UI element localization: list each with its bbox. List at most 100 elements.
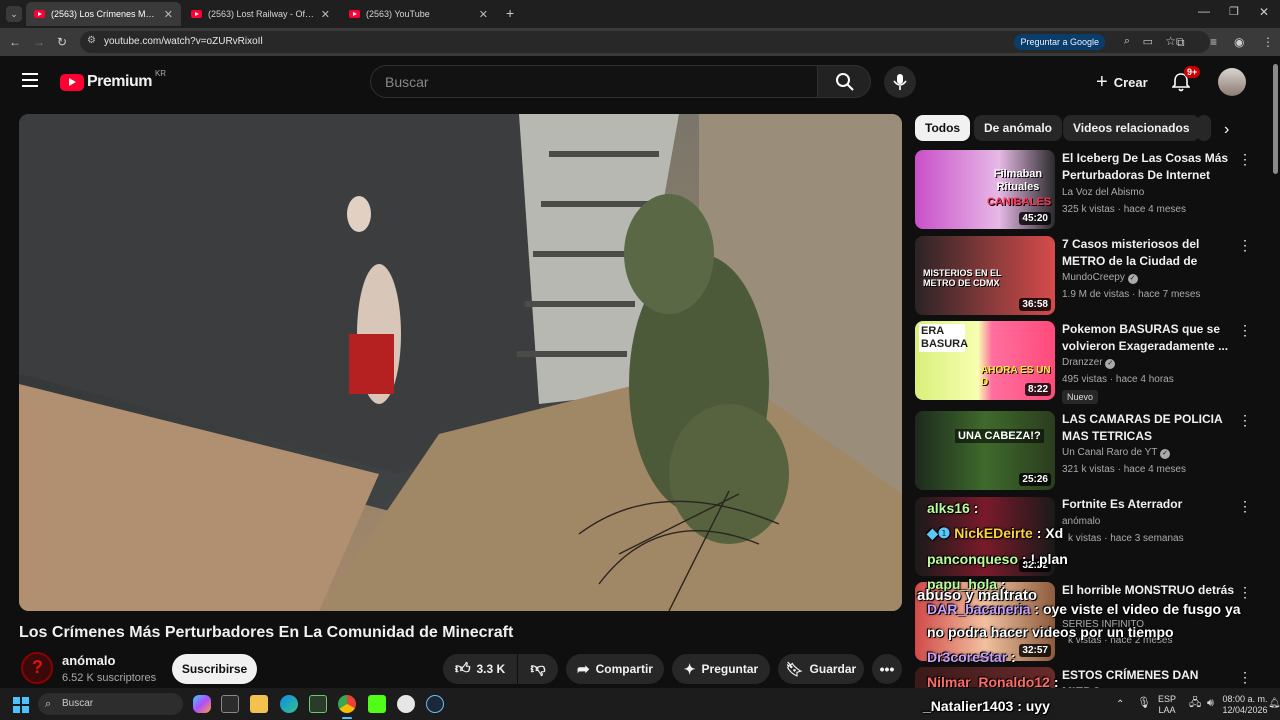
recommendation-thumbnail[interactable]: Filmaban Rituales CANIBALES 45:20 bbox=[915, 150, 1055, 229]
store-icon[interactable] bbox=[221, 695, 239, 713]
video-frame-image bbox=[19, 114, 902, 611]
notifications-button[interactable]: 9+ bbox=[1171, 66, 1201, 94]
notification-bell-icon[interactable]: 🔔︎ bbox=[1268, 698, 1280, 709]
reload-icon[interactable]: ↻ bbox=[57, 35, 67, 49]
volume-icon[interactable]: 🔊︎ bbox=[1207, 698, 1214, 709]
file-explorer-icon[interactable] bbox=[250, 695, 268, 713]
recommendation-title[interactable]: Fortnite Es Aterrador bbox=[1062, 496, 1237, 513]
recommendation-title[interactable]: El Iceberg De Las Cosas Más Perturbadora… bbox=[1062, 150, 1237, 184]
chrome-icon[interactable] bbox=[338, 695, 356, 713]
ask-google-button[interactable]: Preguntar a Google bbox=[1014, 34, 1105, 50]
chip-more[interactable] bbox=[1197, 115, 1211, 141]
browser-tab[interactable]: (2563) Lost Railway - Official Au ✕ bbox=[183, 2, 338, 26]
steam-icon[interactable] bbox=[426, 695, 444, 713]
close-window-icon[interactable]: ✕ bbox=[1259, 5, 1269, 19]
close-tab-icon[interactable]: ✕ bbox=[479, 8, 488, 21]
channel-avatar[interactable]: ? bbox=[21, 652, 53, 684]
new-tab-icon[interactable]: + bbox=[506, 5, 514, 21]
search-box[interactable]: Buscar bbox=[370, 65, 818, 98]
close-tab-icon[interactable]: ✕ bbox=[164, 8, 173, 21]
bookmark-star-icon[interactable]: ☆ bbox=[1165, 34, 1176, 48]
recommendation-title[interactable]: LAS CAMARAS DE POLICIA MAS TETRICAS bbox=[1062, 411, 1237, 445]
voice-search-button[interactable] bbox=[884, 66, 916, 98]
network-icon[interactable]: 🖧︎ bbox=[1189, 698, 1201, 709]
recommendation-channel[interactable]: La Voz del Abismo bbox=[1062, 187, 1144, 198]
youtube-logo[interactable]: Premium KR bbox=[60, 69, 166, 91]
cast-icon[interactable]: ▭ bbox=[1143, 35, 1153, 48]
reading-list-icon[interactable]: ≡ bbox=[1210, 35, 1217, 49]
sparkle-icon: ✦ bbox=[683, 660, 696, 677]
youtube-favicon-icon bbox=[191, 10, 202, 18]
more-options-icon[interactable]: ⋮ bbox=[1238, 670, 1252, 684]
hamburger-menu-icon[interactable] bbox=[22, 73, 38, 87]
browser-menu-icon[interactable]: ⋮ bbox=[1262, 35, 1274, 49]
create-button[interactable]: + Crear bbox=[1086, 66, 1158, 98]
search-input[interactable]: Buscar bbox=[385, 74, 429, 90]
more-actions-button[interactable]: ••• bbox=[872, 654, 902, 684]
more-options-icon[interactable]: ⋮ bbox=[1238, 585, 1252, 599]
duration-badge: 45:20 bbox=[1019, 212, 1051, 225]
scrollbar-thumb[interactable] bbox=[1273, 64, 1278, 174]
close-tab-icon[interactable]: ✕ bbox=[321, 8, 330, 21]
browser-tab[interactable]: (2563) Los Crímenes Más Pertur ✕ bbox=[26, 2, 181, 26]
more-options-icon[interactable]: ⋮ bbox=[1238, 499, 1252, 513]
back-icon[interactable]: ← bbox=[9, 35, 21, 49]
recommendation-thumbnail[interactable]: MISTERIOS EN EL METRO DE CDMX 36:58 bbox=[915, 236, 1055, 315]
chip-from-channel[interactable]: De anómalo bbox=[974, 115, 1063, 141]
recommendation-title[interactable]: Pokemon BASURAS que se volvieron Exagera… bbox=[1062, 321, 1237, 355]
channel-name: Un Canal Raro de YT bbox=[1062, 447, 1158, 458]
dislike-button[interactable]: 👎︎ bbox=[518, 654, 558, 684]
video-player[interactable] bbox=[19, 114, 902, 611]
recommendation-channel[interactable]: MundoCreepy ✓ bbox=[1062, 272, 1138, 284]
profile-icon[interactable]: ◉ bbox=[1234, 35, 1244, 49]
address-bar[interactable]: ⚙ youtube.com/watch?v=oZURvRixoIl Pregun… bbox=[80, 31, 1210, 53]
copilot-icon[interactable] bbox=[193, 695, 211, 713]
recommendation-channel[interactable]: anómalo bbox=[1062, 516, 1100, 527]
more-options-icon[interactable]: ⋮ bbox=[1238, 323, 1252, 337]
more-options-icon[interactable]: ⋮ bbox=[1238, 413, 1252, 427]
youtube-favicon-icon bbox=[34, 10, 45, 18]
like-button[interactable]: 👍︎ 3.3 K bbox=[443, 654, 517, 684]
more-options-icon[interactable]: ⋮ bbox=[1238, 238, 1252, 252]
chat-overlay-line: DAR_bacaneria : oye viste el video de fu… bbox=[927, 601, 1241, 617]
windows-start-icon[interactable] bbox=[13, 697, 29, 713]
edge-icon[interactable] bbox=[280, 695, 298, 713]
subscribe-button[interactable]: Suscribirse bbox=[172, 654, 257, 684]
recommendation-thumbnail[interactable]: UNA CABEZA!? 25:26 bbox=[915, 411, 1055, 490]
recommendation-title[interactable]: El horrible MONSTRUO detrás bbox=[1062, 582, 1237, 599]
extensions-icon[interactable]: ⧉ bbox=[1176, 35, 1185, 49]
tab-search-button[interactable]: ⌄ bbox=[6, 6, 22, 22]
minimize-icon[interactable]: — bbox=[1198, 4, 1210, 18]
taskbar-search-box[interactable]: ⌕ Buscar bbox=[38, 693, 183, 715]
chip-all[interactable]: Todos bbox=[915, 115, 971, 141]
more-options-icon[interactable]: ⋮ bbox=[1238, 152, 1252, 166]
forward-icon[interactable]: → bbox=[33, 35, 45, 49]
search-button[interactable] bbox=[817, 65, 871, 98]
kick-icon[interactable] bbox=[368, 695, 386, 713]
microphone-tray-icon[interactable]: 🎙︎ bbox=[1137, 698, 1151, 709]
user-avatar[interactable] bbox=[1218, 68, 1246, 96]
clock[interactable]: 08:00 a. m. 12/04/2026 bbox=[1222, 694, 1268, 716]
subscriber-count: 6.52 K suscriptores bbox=[62, 672, 157, 684]
terminal-icon[interactable] bbox=[309, 695, 327, 713]
site-info-icon[interactable]: ⚙ bbox=[87, 35, 96, 46]
zoom-icon[interactable]: ⌕ bbox=[1124, 35, 1130, 48]
language-indicator[interactable]: ESP LAA bbox=[1158, 694, 1176, 716]
share-button[interactable]: ➦ Compartir bbox=[566, 654, 664, 684]
recommendation-channel[interactable]: Dranzzer ✓ bbox=[1062, 357, 1116, 369]
recommendation-thumbnail[interactable]: ERA BASURA AHORA ES UN D 8:22 bbox=[915, 321, 1055, 400]
ask-button[interactable]: ✦ Preguntar bbox=[672, 654, 770, 684]
thumbnail-caption: UNA CABEZA!? bbox=[955, 429, 1044, 443]
chat-username: Dr3coreStar bbox=[927, 649, 1008, 665]
recommendation-channel[interactable]: Un Canal Raro de YT ✓ bbox=[1062, 447, 1171, 459]
emote-icon: ◆❶ bbox=[927, 525, 951, 541]
channel-name[interactable]: anómalo bbox=[62, 653, 115, 668]
browser-tab[interactable]: (2563) YouTube ✕ bbox=[341, 2, 496, 26]
restore-icon[interactable]: ❐ bbox=[1229, 5, 1239, 18]
chip-related[interactable]: Videos relacionados bbox=[1063, 115, 1200, 141]
save-button[interactable]: 🔖︎ Guardar bbox=[778, 654, 864, 684]
tray-overflow-icon[interactable]: ⌃ bbox=[1116, 699, 1124, 710]
chevron-right-icon[interactable]: › bbox=[1224, 121, 1229, 139]
recommendation-title[interactable]: 7 Casos misteriosos del METRO de la Ciud… bbox=[1062, 236, 1237, 270]
github-icon[interactable] bbox=[397, 695, 415, 713]
